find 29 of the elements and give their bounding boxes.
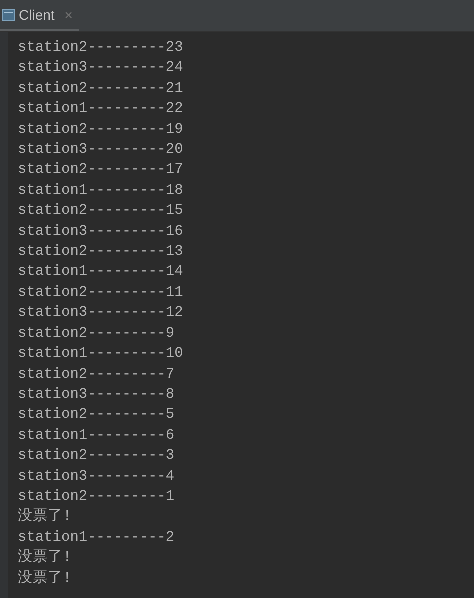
console-line: 没票了! [18,570,73,589]
console-line: station2---------15 [18,202,184,222]
console-line: station2---------5 [18,406,176,426]
console-line: 没票了! [18,508,73,528]
console-line: station2---------21 [18,80,184,99]
console-line: station1---------14 [18,263,184,282]
console-line: station2---------1 [18,488,176,507]
console-line: station3---------24 [18,59,184,78]
console-tab[interactable]: Client × [0,0,79,31]
console-line: station3---------12 [18,304,184,324]
console-line: station2---------9 [18,324,176,344]
console-line: station2---------19 [18,120,184,140]
console-line: station3---------8 [18,386,176,405]
console-line: station2---------11 [18,284,184,303]
console-line: station2---------13 [18,243,184,262]
console-line: 没票了! [18,548,73,568]
console-line: station2---------7 [18,366,176,384]
console-line: station1---------2 [18,528,176,548]
console-line: station1---------22 [18,100,184,120]
console-line: station1---------6 [18,426,176,446]
console-line: station3---------4 [18,468,176,487]
console-line: station1---------18 [18,182,184,201]
console-line: station3---------16 [18,222,184,242]
console-icon [2,8,15,20]
console-line: station2---------17 [18,161,184,180]
console-line: station3---------20 [18,141,184,160]
console-line: station2---------3 [18,447,176,466]
console-line: station1---------10 [18,345,184,364]
console-line: station2---------23 [18,39,184,58]
